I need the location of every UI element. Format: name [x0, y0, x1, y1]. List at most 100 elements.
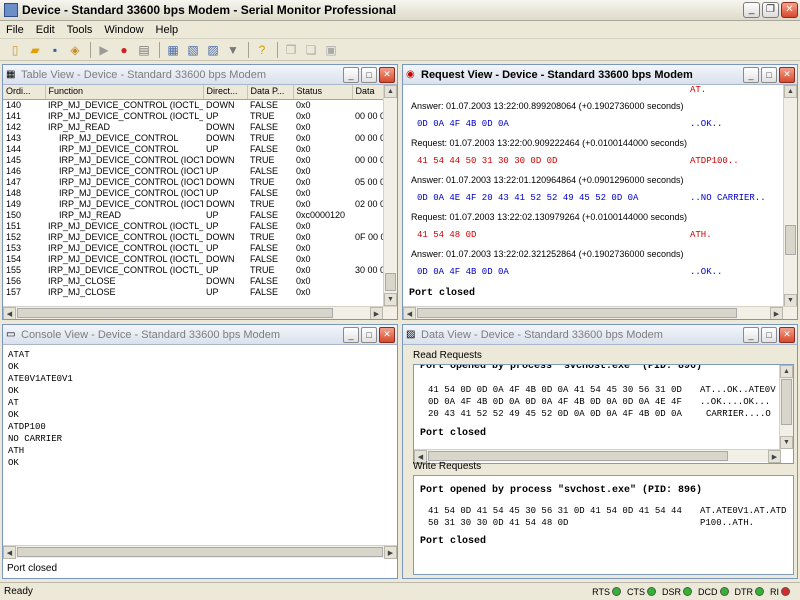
- table-view-vertical-scrollbar[interactable]: ▲ ▼: [383, 85, 397, 306]
- console-view-close-button[interactable]: ✕: [379, 326, 395, 343]
- filter-icon[interactable]: ▼: [224, 41, 242, 59]
- cut-icon[interactable]: ❏: [302, 41, 320, 59]
- read-hscroll-thumb[interactable]: [428, 451, 728, 461]
- read-vertical-scrollbar[interactable]: ▲ ▼: [779, 365, 793, 449]
- console-view-hscroll-thumb[interactable]: [17, 547, 383, 557]
- scroll-right-icon[interactable]: ▶: [768, 450, 781, 463]
- menu-window[interactable]: Window: [104, 24, 143, 36]
- console-output[interactable]: ATAT OK ATE0V1ATE0V1 OK AT OK ATDP100 NO CARRIE…: [3, 349, 397, 545]
- clear-icon[interactable]: ▤: [135, 41, 153, 59]
- play-icon[interactable]: ▶: [95, 41, 113, 59]
- table-row[interactable]: 156 IRP_MJ_CLOSE DOWN FALSE 0x0: [3, 276, 383, 287]
- request-entry-header[interactable]: Request: 01.07.2003 13:22:02.130979264 (…: [411, 212, 687, 222]
- request-view-vertical-scrollbar[interactable]: ▲ ▼: [783, 85, 797, 307]
- maximize-button[interactable]: ❐: [762, 2, 779, 18]
- close-button[interactable]: ✕: [781, 2, 798, 18]
- request-entry-header[interactable]: Answer: 01.07.2003 13:22:00.899208064 (+…: [411, 101, 683, 111]
- copy-icon[interactable]: ❐: [282, 41, 300, 59]
- data-view-header[interactable]: ▨ Data View - Device - Standard 33600 bp…: [403, 325, 797, 345]
- table-view-hscroll-thumb[interactable]: [17, 308, 333, 318]
- column-header-status[interactable]: Status: [293, 85, 353, 100]
- menu-help[interactable]: Help: [156, 24, 179, 36]
- table-view-maximize-button[interactable]: □: [361, 66, 377, 83]
- request-view-icon[interactable]: ▧: [184, 41, 202, 59]
- menu-edit[interactable]: Edit: [36, 24, 55, 36]
- table-row[interactable]: 148 IRP_MJ_DEVICE_CONTROL (IOCTL_...UP FAL…: [3, 188, 383, 199]
- table-view-header[interactable]: ▦ Table View - Device - Standard 33600 b…: [3, 65, 397, 85]
- request-view-scroll-thumb[interactable]: [785, 225, 796, 255]
- read-scroll-thumb[interactable]: [781, 379, 792, 425]
- table-row[interactable]: 151 IRP_MJ_DEVICE_CONTROL (IOCTL_... UP FAL…: [3, 221, 383, 232]
- table-row[interactable]: 146 IRP_MJ_DEVICE_CONTROL (IOCTL_...UP FAL…: [3, 166, 383, 177]
- request-view-maximize-button[interactable]: □: [761, 66, 777, 83]
- package-icon[interactable]: ◈: [66, 41, 84, 59]
- scroll-up-icon[interactable]: ▲: [384, 85, 397, 98]
- table-row[interactable]: 142 IRP_MJ_READ DOWN FALSE 0x0: [3, 122, 383, 133]
- scroll-right-icon[interactable]: ▶: [384, 546, 397, 559]
- scroll-left-icon[interactable]: ◀: [3, 546, 16, 559]
- table-view-horizontal-scrollbar[interactable]: ◀ ▶: [3, 306, 397, 319]
- column-header-ordinal[interactable]: Ordi...: [3, 85, 46, 100]
- request-entry-header[interactable]: Answer: 01.07.2003 13:22:02.321252864 (+…: [411, 249, 683, 259]
- console-view-maximize-button[interactable]: □: [361, 326, 377, 343]
- paste-icon[interactable]: ▣: [322, 41, 340, 59]
- data-view-close-button[interactable]: ✕: [779, 326, 795, 343]
- scroll-down-icon[interactable]: ▼: [384, 293, 397, 306]
- request-view-minimize-button[interactable]: _: [743, 66, 759, 83]
- table-row[interactable]: 152 IRP_MJ_DEVICE_CONTROL (IOCTL_... DOWN T…: [3, 232, 383, 243]
- read-hex-line: 41 54 0D 0D 0A 4F 4B 0D 0A 41 54 45 30 5…: [428, 385, 682, 395]
- app-title-bar[interactable]: Device - Standard 33600 bps Modem - Seri…: [0, 0, 800, 21]
- column-header-direction[interactable]: Direct...: [203, 85, 248, 100]
- request-view-hscroll-thumb[interactable]: [417, 308, 737, 318]
- stop-icon[interactable]: ●: [115, 41, 133, 59]
- table-cell: TRUE: [250, 198, 275, 209]
- table-view-icon[interactable]: ▦: [164, 41, 182, 59]
- open-folder-icon[interactable]: ▰: [26, 41, 44, 59]
- table-row[interactable]: 147 IRP_MJ_DEVICE_CONTROL (IOCT... DOWN TRU…: [3, 177, 383, 188]
- table-view-close-button[interactable]: ✕: [379, 66, 395, 83]
- request-entry-header[interactable]: Request: 01.07.2003 13:22:00.909222464 (…: [411, 138, 687, 148]
- indicator-rts: RTS: [592, 587, 621, 597]
- new-icon[interactable]: ▯: [6, 41, 24, 59]
- table-row[interactable]: 155 IRP_MJ_DEVICE_CONTROL (IOCTL_... UP TRU…: [3, 265, 383, 276]
- column-header-data[interactable]: Data: [352, 85, 384, 100]
- data-view-minimize-button[interactable]: _: [743, 326, 759, 343]
- request-entry-hex: 0D 0A 4F 4B 0D 0A: [417, 119, 509, 129]
- table-row[interactable]: 141 IRP_MJ_DEVICE_CONTROL (IOCTL_... UP TRU…: [3, 111, 383, 122]
- table-view-scroll-thumb[interactable]: [385, 273, 396, 291]
- console-view-minimize-button[interactable]: _: [343, 326, 359, 343]
- save-icon[interactable]: ▪: [46, 41, 64, 59]
- menu-file[interactable]: File: [6, 24, 24, 36]
- table-row[interactable]: 145 IRP_MJ_DEVICE_CONTROL (IOCT... DOWN TRU…: [3, 155, 383, 166]
- request-entry-header[interactable]: Answer: 01.07.2003 13:22:01.120964864 (+…: [411, 175, 683, 185]
- scroll-up-icon[interactable]: ▲: [784, 85, 797, 98]
- data-view-icon[interactable]: ▨: [204, 41, 222, 59]
- scroll-down-icon[interactable]: ▼: [780, 436, 793, 449]
- request-view-close-button[interactable]: ✕: [779, 66, 795, 83]
- table-row[interactable]: 140 IRP_MJ_DEVICE_CONTROL (IOCTL_... DOWN F…: [3, 99, 383, 111]
- column-header-function[interactable]: Function: [45, 85, 204, 100]
- scroll-up-icon[interactable]: ▲: [780, 365, 793, 378]
- scroll-left-icon[interactable]: ◀: [3, 307, 16, 319]
- scroll-right-icon[interactable]: ▶: [370, 307, 383, 319]
- table-cell: 05 00 0: [355, 176, 383, 187]
- menu-tools[interactable]: Tools: [67, 24, 93, 36]
- table-row[interactable]: 154 IRP_MJ_DEVICE_CONTROL (IOCTL_... DOWN F…: [3, 254, 383, 265]
- table-row[interactable]: 149 IRP_MJ_DEVICE_CONTROL (IOCT... DOWN TRU…: [3, 199, 383, 210]
- scroll-right-icon[interactable]: ▶: [770, 307, 783, 319]
- table-row[interactable]: 144 IRP_MJ_DEVICE_CONTROL UP FALSE 0x0: [3, 144, 383, 155]
- scroll-left-icon[interactable]: ◀: [403, 307, 416, 319]
- column-header-data-present[interactable]: Data P...: [247, 85, 294, 100]
- table-row[interactable]: 143 IRP_MJ_DEVICE_CONTROL DOWN TRUE 0x0 00 00…: [3, 133, 383, 144]
- console-view-horizontal-scrollbar[interactable]: ◀ ▶: [3, 545, 397, 559]
- request-view-horizontal-scrollbar[interactable]: ◀ ▶: [403, 306, 797, 319]
- table-view-minimize-button[interactable]: _: [343, 66, 359, 83]
- request-view-header[interactable]: ◉ Request View - Device - Standard 33600…: [403, 65, 797, 85]
- data-view-maximize-button[interactable]: □: [761, 326, 777, 343]
- table-row[interactable]: 150 IRP_MJ_READ UP FALSE 0xc0000120: [3, 210, 383, 221]
- table-row[interactable]: 153 IRP_MJ_DEVICE_CONTROL (IOCTL_... UP FAL…: [3, 243, 383, 254]
- table-row[interactable]: 157 IRP_MJ_CLOSE UP FALSE 0x0: [3, 287, 383, 298]
- minimize-button[interactable]: _: [743, 2, 760, 18]
- help-icon[interactable]: ?: [253, 41, 271, 59]
- console-view-header[interactable]: ▭ Console View - Device - Standard 33600…: [3, 325, 397, 345]
